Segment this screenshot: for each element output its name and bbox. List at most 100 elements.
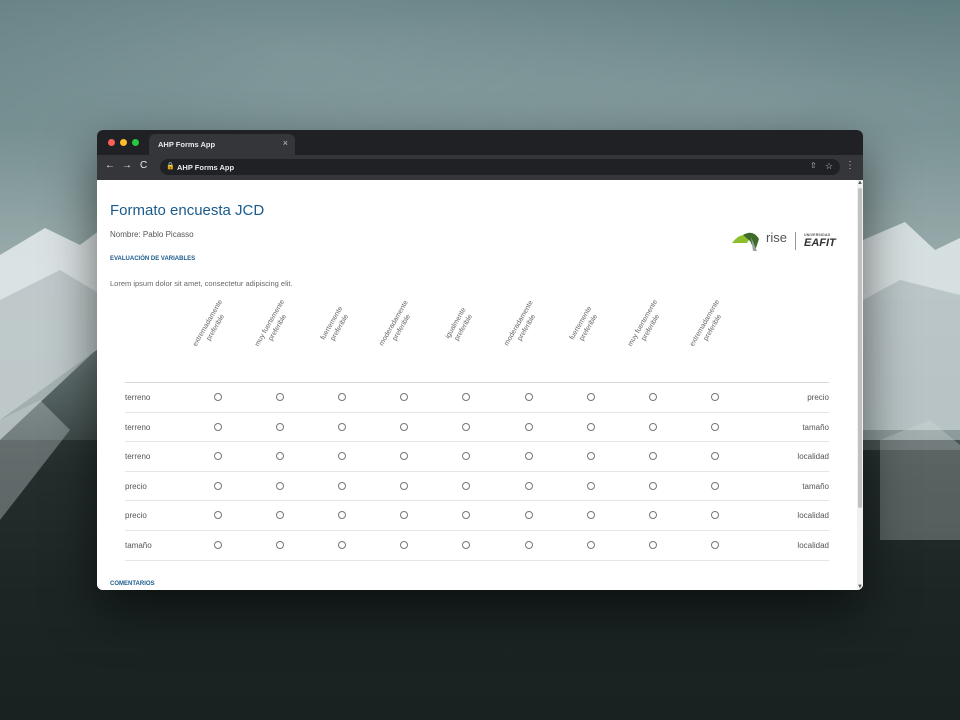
scale-radio-2[interactable] [276, 393, 284, 401]
scale-radio-6[interactable] [525, 481, 533, 490]
minimize-window-button[interactable] [120, 139, 127, 146]
scale-radio-3[interactable] [338, 422, 346, 431]
scale-radio-7[interactable] [587, 393, 595, 401]
scale-radio-8[interactable] [649, 481, 657, 490]
right-criterion-label: localidad [797, 452, 829, 462]
address-bar[interactable]: 🔒 AHP Forms App ⇧ ☆ [160, 159, 840, 175]
scale-radio-2[interactable] [276, 540, 284, 549]
scale-radio-7[interactable] [587, 511, 595, 520]
scale-radio-4[interactable] [400, 511, 408, 520]
scale-radio-5[interactable] [462, 511, 470, 520]
scale-radio-8[interactable] [649, 422, 657, 431]
page-scrollbar[interactable]: ▲ ▼ [857, 180, 863, 590]
forward-arrow-icon[interactable]: → [122, 160, 132, 171]
scale-radio-4[interactable] [400, 540, 408, 549]
rise-logo-mark [732, 232, 759, 251]
comparison-row: terreno localidad [125, 442, 829, 472]
kebab-menu-icon[interactable]: ⋮ [845, 160, 855, 171]
right-criterion-label: localidad [797, 540, 829, 550]
scroll-down-icon[interactable]: ▼ [857, 584, 863, 590]
maximize-window-button[interactable] [132, 139, 139, 146]
scale-radio-2[interactable] [276, 452, 284, 461]
comparison-row: precio localidad [125, 501, 829, 531]
comparison-row: terreno tamaño [125, 413, 829, 443]
comparison-table: terreno precio terreno tamaño terreno localid… [125, 382, 829, 561]
scale-radio-1[interactable] [214, 452, 222, 461]
scale-radio-6[interactable] [525, 511, 533, 520]
scale-radio-2[interactable] [276, 481, 284, 490]
scale-radio-5[interactable] [462, 393, 470, 401]
rise-eafit-logo: rise UNIVERSIDAD EAFIT [731, 227, 843, 257]
section-description: Lorem ipsum dolor sit amet, consectetur … [110, 279, 293, 288]
scale-radio-7[interactable] [587, 452, 595, 461]
left-criterion-label: terreno [125, 422, 151, 432]
scale-radio-8[interactable] [649, 511, 657, 520]
browser-toolbar: ← → C 🔒 AHP Forms App ⇧ ☆ ⋮ [97, 155, 863, 181]
back-arrow-icon[interactable]: ← [105, 160, 115, 171]
scale-radio-4[interactable] [400, 481, 408, 490]
scale-radio-2[interactable] [276, 422, 284, 431]
scale-radio-9[interactable] [711, 540, 719, 549]
tab-bar: AHP Forms App × [97, 130, 863, 155]
scroll-up-icon[interactable]: ▲ [857, 180, 863, 186]
rise-wordmark: rise [766, 230, 787, 245]
scale-radio-5[interactable] [462, 481, 470, 490]
scale-radio-7[interactable] [587, 422, 595, 431]
reload-icon[interactable]: C [140, 160, 147, 171]
scale-radio-7[interactable] [587, 540, 595, 549]
star-icon[interactable]: ☆ [825, 161, 833, 172]
right-criterion-label: precio [807, 393, 829, 402]
tab-title: AHP Forms App [158, 140, 216, 149]
scale-radio-9[interactable] [711, 422, 719, 431]
right-criterion-label: localidad [797, 511, 829, 521]
page-title: Formato encuesta JCD [110, 202, 265, 219]
scale-radio-1[interactable] [214, 540, 222, 549]
scale-radio-1[interactable] [214, 422, 222, 431]
scale-radio-3[interactable] [338, 481, 346, 490]
share-icon[interactable]: ⇧ [810, 161, 817, 170]
right-criterion-label: tamaño [802, 422, 829, 432]
scale-radio-1[interactable] [214, 393, 222, 401]
scale-radio-7[interactable] [587, 481, 595, 490]
comparison-row: precio tamaño [125, 472, 829, 502]
scale-radio-6[interactable] [525, 452, 533, 461]
scale-radio-5[interactable] [462, 422, 470, 431]
scale-radio-3[interactable] [338, 540, 346, 549]
scale-radio-4[interactable] [400, 422, 408, 431]
scale-radio-9[interactable] [711, 511, 719, 520]
scale-radio-5[interactable] [462, 540, 470, 549]
left-criterion-label: tamaño [125, 540, 152, 550]
scale-radio-9[interactable] [711, 481, 719, 490]
scale-radio-9[interactable] [711, 393, 719, 401]
scale-radio-2[interactable] [276, 511, 284, 520]
scale-radio-5[interactable] [462, 452, 470, 461]
comparison-row: tamaño localidad [125, 531, 829, 561]
scale-radio-8[interactable] [649, 452, 657, 461]
scale-radio-6[interactable] [525, 393, 533, 401]
close-window-button[interactable] [108, 139, 115, 146]
left-criterion-label: precio [125, 511, 147, 521]
scale-radio-8[interactable] [649, 540, 657, 549]
scale-radio-6[interactable] [525, 422, 533, 431]
scale-radio-8[interactable] [649, 393, 657, 401]
tab-close-icon[interactable]: × [283, 138, 288, 148]
scale-radio-3[interactable] [338, 511, 346, 520]
scale-radio-6[interactable] [525, 540, 533, 549]
tab-ahp-forms[interactable]: AHP Forms App × [149, 134, 295, 155]
comparison-row: terreno precio [125, 383, 829, 413]
scale-radio-4[interactable] [400, 452, 408, 461]
section-heading-variables: EVALUACIÓN DE VARIABLES [110, 256, 196, 262]
left-criterion-label: terreno [125, 452, 151, 462]
eafit-wordmark: EAFIT [804, 237, 836, 249]
scrollbar-thumb[interactable] [858, 188, 862, 508]
scale-radio-3[interactable] [338, 452, 346, 461]
page-content: Formato encuesta JCD Nombre: Pablo Picas… [97, 180, 863, 590]
scale-radio-4[interactable] [400, 393, 408, 401]
left-criterion-label: terreno [125, 393, 151, 402]
section-heading-comments: COMENTARIOS [110, 581, 155, 587]
scale-radio-1[interactable] [214, 481, 222, 490]
scale-radio-1[interactable] [214, 511, 222, 520]
lock-icon: 🔒 [166, 163, 175, 170]
scale-radio-9[interactable] [711, 452, 719, 461]
scale-radio-3[interactable] [338, 393, 346, 401]
